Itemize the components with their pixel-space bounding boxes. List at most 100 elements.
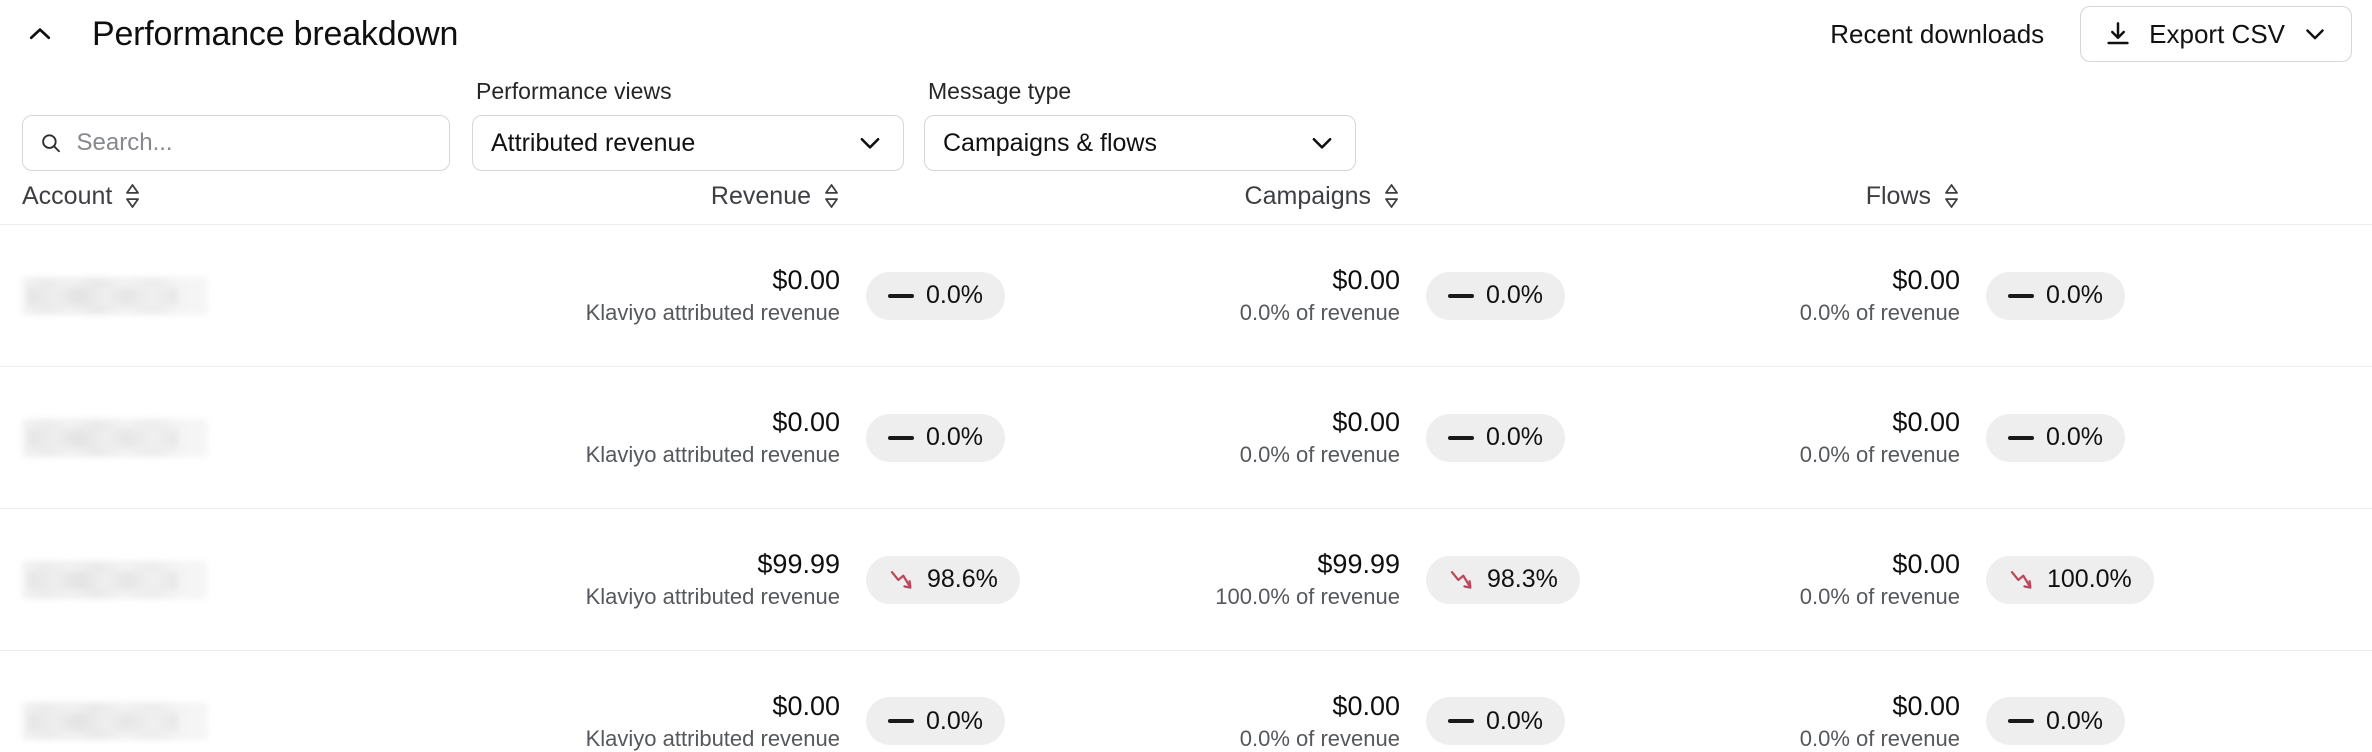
cell-ave-order-value: $0.001,352 total orders — [2190, 265, 2372, 325]
cell-revenue: $0.00Klaviyo attributed revenue0.0% — [510, 691, 1070, 751]
cell-account — [22, 702, 510, 740]
cell-flows: $0.000.0% of revenue0.0% — [1630, 407, 2190, 467]
table-row[interactable]: $0.00Klaviyo attributed revenue0.0%$0.00… — [0, 650, 2372, 752]
flows-delta-value: 0.0% — [2046, 423, 2103, 452]
search-input[interactable] — [77, 129, 433, 157]
performance-views-select[interactable]: Attributed revenue — [472, 115, 904, 171]
export-csv-button[interactable]: Export CSV — [2080, 6, 2352, 62]
header-actions: Recent downloads Export CSV — [1830, 6, 2372, 62]
revenue-delta-value: 0.0% — [926, 423, 983, 452]
cell-account — [22, 561, 510, 599]
account-name-redacted — [22, 277, 208, 315]
search-field-group — [22, 115, 450, 171]
campaigns-subtext: 100.0% of revenue — [1215, 584, 1400, 609]
flows-delta-badge: 0.0% — [1986, 272, 2125, 320]
account-name-redacted — [22, 419, 208, 457]
sidebar-unused-placeholder[interactable]: Account — [22, 182, 141, 211]
col-header-account-label: Account — [22, 182, 112, 211]
account-name-redacted — [22, 561, 208, 599]
campaigns-subtext: 0.0% of revenue — [1240, 442, 1400, 467]
cell-revenue: $0.00 Klaviyo attributed revenue 0.0% — [510, 265, 1070, 325]
recent-downloads-link[interactable]: Recent downloads — [1830, 19, 2044, 50]
chevron-down-icon — [2301, 20, 2329, 48]
campaigns-subtext: 0.0% of revenue — [1240, 726, 1400, 751]
flows-value: $0.00 — [1892, 407, 1960, 438]
col-header-aov-cell: Ave order value — [2190, 182, 2372, 211]
flows-delta-value: 0.0% — [2046, 707, 2103, 736]
account-name-redacted — [22, 702, 208, 740]
revenue-delta-badge: 0.0% — [866, 697, 1005, 745]
campaigns-delta-badge: 0.0% — [1426, 272, 1565, 320]
col-header-flows-cell: Flows — [1630, 182, 2190, 211]
revenue-subtext: Klaviyo attributed revenue — [586, 442, 840, 467]
revenue-value: $0.00 — [772, 265, 840, 296]
performance-table: Account Revenue — [0, 168, 2372, 752]
trend-flat-icon — [2008, 433, 2034, 443]
trend-flat-icon — [2008, 716, 2034, 726]
campaigns-delta-badge: 0.0% — [1426, 697, 1565, 745]
performance-views-value: Attributed revenue — [491, 129, 695, 158]
col-header-campaigns-label: Campaigns — [1245, 182, 1371, 211]
performance-breakdown-panel: Performance breakdown Recent downloads E… — [0, 0, 2372, 752]
col-header-revenue-cell: Revenue — [510, 182, 1070, 211]
message-type-select[interactable]: Campaigns & flows — [924, 115, 1356, 171]
flows-delta-badge: 0.0% — [1986, 697, 2125, 745]
flows-value: $0.00 — [1892, 265, 1960, 296]
cell-ave-order-value: $0.001,456 total orders — [2190, 407, 2372, 467]
cell-account — [22, 277, 510, 315]
cell-campaigns: $99.99100.0% of revenue98.3% — [1070, 549, 1630, 609]
revenue-delta-badge: 98.6% — [866, 556, 1020, 604]
cell-campaigns: $0.00 0.0% of revenue 0.0% — [1070, 265, 1630, 325]
performance-views-group: Performance views Attributed revenue — [472, 78, 904, 171]
campaigns-subtext: 0.0% of revenue — [1240, 300, 1400, 325]
cell-account — [22, 419, 510, 457]
flows-value: $0.00 — [1892, 549, 1960, 580]
revenue-value: $0.00 — [772, 691, 840, 722]
revenue-subtext: Klaviyo attributed revenue — [586, 300, 840, 325]
cell-campaigns: $0.00 0.0% of revenue 0.0% — [1070, 407, 1630, 467]
campaigns-delta-value: 0.0% — [1486, 281, 1543, 310]
trend-flat-icon — [2008, 291, 2034, 301]
message-type-label: Message type — [928, 78, 1356, 105]
trend-flat-icon — [888, 433, 914, 443]
campaigns-delta-value: 0.0% — [1486, 423, 1543, 452]
flows-subtext: 0.0% of revenue — [1800, 726, 1960, 751]
flows-delta-value: 0.0% — [2046, 281, 2103, 310]
search-box[interactable] — [22, 115, 450, 171]
flows-subtext: 0.0% of revenue — [1800, 584, 1960, 609]
trend-flat-icon — [1448, 716, 1474, 726]
table-row[interactable]: $99.99Klaviyo attributed revenue98.6%$99… — [0, 508, 2372, 650]
revenue-delta-badge: 0.0% — [866, 272, 1005, 320]
col-header-flows-label: Flows — [1866, 182, 1931, 211]
trend-flat-icon — [1448, 433, 1474, 443]
col-header-campaigns-cell: Campaigns — [1070, 182, 1630, 211]
chevron-up-icon — [25, 19, 55, 49]
cell-ave-order-value: $0.000 total orders — [2190, 691, 2372, 751]
table-row[interactable]: $0.00Klaviyo attributed revenue0.0%$0.00… — [0, 366, 2372, 508]
table-header-row: Account Revenue — [0, 168, 2372, 224]
revenue-delta-badge: 0.0% — [866, 414, 1005, 462]
page-title: Performance breakdown — [92, 15, 458, 54]
flows-delta-value: 100.0% — [2047, 565, 2132, 594]
col-header-revenue[interactable]: Revenue — [711, 182, 840, 211]
revenue-subtext: Klaviyo attributed revenue — [586, 584, 840, 609]
cell-flows: $0.000.0% of revenue0.0% — [1630, 265, 2190, 325]
revenue-delta-value: 98.6% — [927, 565, 998, 594]
campaigns-value: $0.00 — [1332, 407, 1400, 438]
campaigns-value: $0.00 — [1332, 691, 1400, 722]
export-csv-label: Export CSV — [2149, 19, 2285, 50]
col-header-campaigns[interactable]: Campaigns — [1245, 182, 1400, 211]
col-header-flows[interactable]: Flows — [1866, 182, 1960, 211]
cell-ave-order-value: $0.032,872 total orders — [2190, 549, 2372, 609]
trend-down-icon — [888, 566, 915, 593]
collapse-panel-button[interactable] — [12, 6, 68, 62]
col-header-revenue-label: Revenue — [711, 182, 811, 211]
trend-flat-icon — [888, 291, 914, 301]
flows-delta-badge: 100.0% — [1986, 556, 2154, 604]
sort-arrows-icon — [823, 183, 840, 209]
trend-down-icon — [2008, 566, 2035, 593]
campaigns-value: $0.00 — [1332, 265, 1400, 296]
table-row[interactable]: $0.00Klaviyo attributed revenue0.0%$0.00… — [0, 224, 2372, 366]
chevron-down-icon — [1307, 128, 1337, 158]
campaigns-delta-badge: 0.0% — [1426, 414, 1565, 462]
